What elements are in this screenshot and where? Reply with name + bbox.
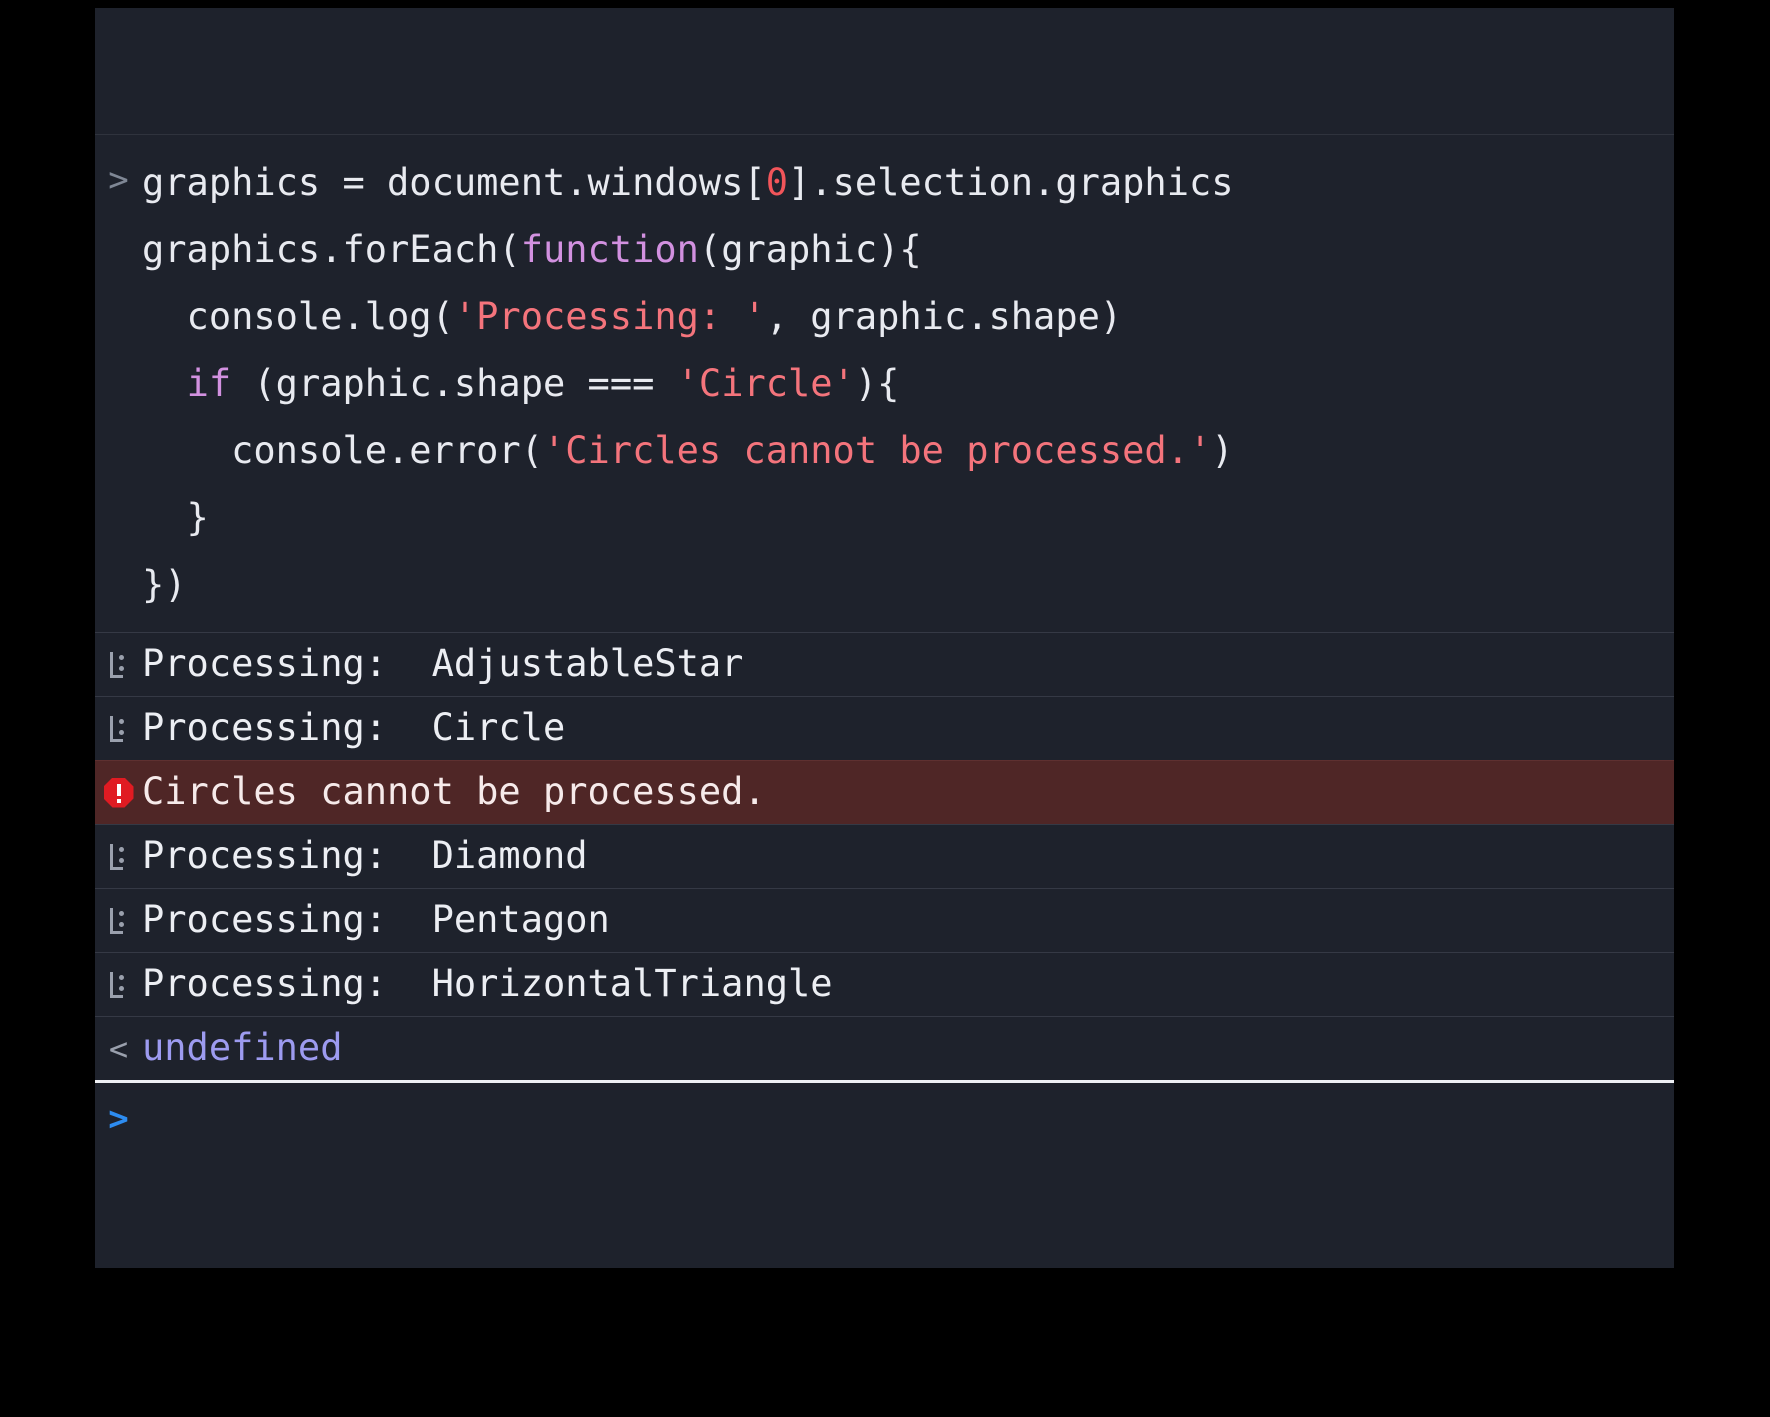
console-evaluated-input[interactable]: > graphics = document.windows[0].selecti… (95, 135, 1674, 632)
console-log-row: Processing: AdjustableStar (95, 632, 1674, 696)
console-output-text: Processing: Pentagon (142, 897, 610, 941)
console-output-text: Processing: Circle (142, 705, 566, 749)
console-log-icon (108, 843, 130, 870)
console-log-icon (108, 715, 130, 742)
console-prompt-input[interactable] (142, 1095, 1674, 1143)
console-output-text: Processing: HorizontalTriangle (142, 961, 833, 1005)
code-line: } (142, 484, 1674, 551)
console-log-row: Processing: HorizontalTriangle (95, 952, 1674, 1016)
console-header-strip (95, 8, 1674, 135)
console-panel: > graphics = document.windows[0].selecti… (95, 8, 1674, 1268)
output-gutter (95, 889, 142, 952)
code-token: , graphic.shape) (765, 295, 1123, 338)
code-token: ].selection.graphics (788, 161, 1234, 204)
output-gutter (95, 761, 142, 824)
console-error-icon (103, 777, 134, 808)
code-line: console.error('Circles cannot be process… (142, 417, 1674, 484)
console-error-row: Circles cannot be processed. (95, 760, 1674, 824)
prompt-chevron-icon: > (108, 1099, 129, 1139)
console-output-text: Circles cannot be processed. (142, 769, 766, 813)
console-log-row: Processing: Circle (95, 696, 1674, 760)
code-token: 'Processing: ' (453, 295, 766, 338)
code-token: }) (142, 563, 187, 606)
console-result-value: undefined (142, 1025, 343, 1069)
code-line: graphics = document.windows[0].selection… (142, 149, 1674, 216)
code-token: } (142, 496, 209, 539)
output-gutter (95, 825, 142, 888)
console-log-row: Processing: Diamond (95, 824, 1674, 888)
result-chevron-icon: < (108, 1029, 129, 1068)
code-token: console.error( (142, 429, 543, 472)
console-output-list: Processing: AdjustableStar Processing: Ci… (95, 632, 1674, 1016)
output-gutter (95, 953, 142, 1016)
input-gutter: > (95, 149, 142, 197)
code-line: graphics.forEach(function(graphic){ (142, 216, 1674, 283)
code-line: if (graphic.shape === 'Circle'){ (142, 350, 1674, 417)
console-output-text: Processing: Diamond (142, 833, 588, 877)
output-gutter (95, 633, 142, 696)
code-token: ) (1211, 429, 1234, 472)
code-token: graphics = document.windows[ (142, 161, 766, 204)
code-token: console.log( (142, 295, 454, 338)
console-output-text: Processing: AdjustableStar (142, 641, 744, 685)
console-log-icon (108, 971, 130, 998)
input-chevron-icon: > (108, 160, 129, 200)
code-token: graphics.forEach( (142, 228, 521, 271)
code-line: }) (142, 551, 1674, 618)
code-token: if (186, 362, 232, 405)
code-token: 'Circles cannot be processed.' (542, 429, 1212, 472)
code-token: ){ (854, 362, 900, 405)
console-log-icon (108, 907, 130, 934)
code-token: (graphic){ (698, 228, 922, 271)
code-line: console.log('Processing: ', graphic.shap… (142, 283, 1674, 350)
code-token: function (520, 228, 699, 271)
result-gutter: < (95, 1017, 142, 1080)
code-token: 'Circle' (676, 362, 855, 405)
console-log-icon (108, 651, 130, 678)
output-gutter (95, 697, 142, 760)
console-code-block: graphics = document.windows[0].selection… (142, 149, 1674, 620)
console-log-row: Processing: Pentagon (95, 888, 1674, 952)
console-result-row: < undefined (95, 1016, 1674, 1080)
code-token: (graphic.shape === (231, 362, 677, 405)
code-token: 0 (765, 161, 789, 204)
console-prompt-row[interactable]: > (95, 1083, 1674, 1155)
prompt-gutter: > (95, 1083, 142, 1155)
